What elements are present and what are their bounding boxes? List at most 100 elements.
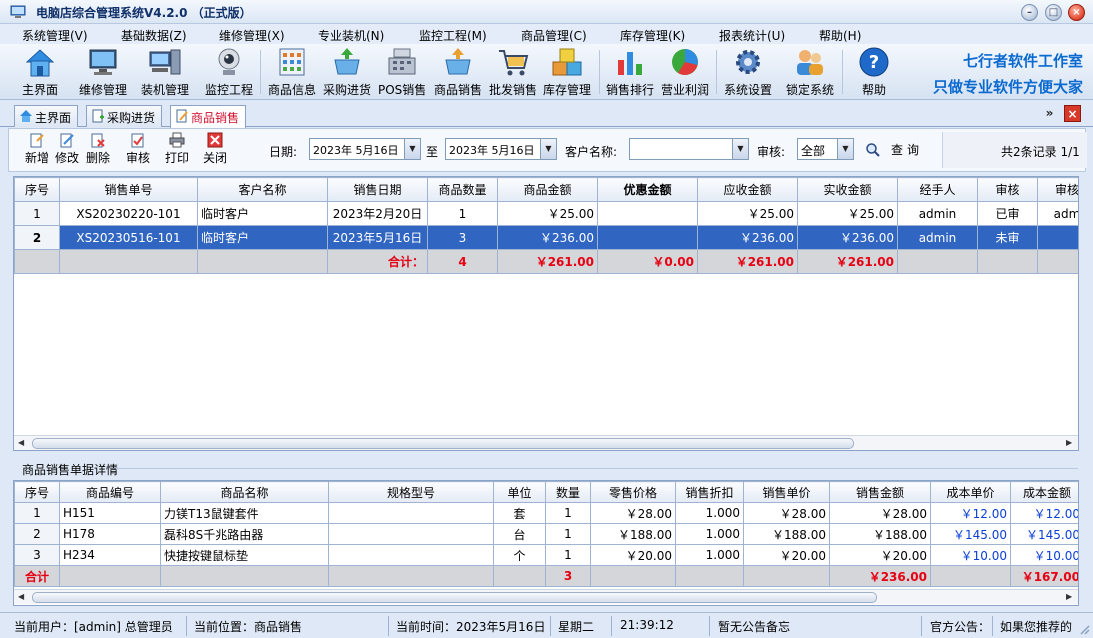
toolbar-purchase-button[interactable]: 采购进货 [321,46,373,98]
table-row[interactable]: 2 H178 磊科8S千兆路由器 台 1 ￥188.00 1.000 ￥188.… [14,523,1078,545]
column-header[interactable]: 成本单价 [930,481,1011,503]
tab-home[interactable]: 主界面 [14,105,79,127]
sales-grid-hscrollbar[interactable]: ◀ ▶ [14,435,1078,450]
delete-button[interactable]: 删除 [83,132,113,166]
discount-rate-cell[interactable]: 1.000 [675,523,744,545]
resize-grip-icon[interactable] [1078,623,1090,635]
received-cell[interactable]: ￥236.00 [797,225,898,250]
tab-close-icon[interactable]: × [1064,105,1081,122]
toolbar-sales-button[interactable]: 商品销售 [432,46,484,98]
scroll-right-icon[interactable]: ▶ [1066,592,1072,601]
toolbar-goods-info-button[interactable]: 商品信息 [266,46,318,98]
unit-cell[interactable]: 台 [493,523,546,545]
maximize-button[interactable]: □ [1045,4,1062,21]
audit-cell[interactable]: 未审 [977,225,1038,250]
tab-purchase[interactable]: 采购进货 [86,105,163,127]
retail-price-cell[interactable]: ￥188.00 [590,523,676,545]
auditor-cell[interactable] [1037,225,1078,250]
sale-date-cell[interactable]: 2023年2月20日 [327,201,428,226]
add-button[interactable]: 新增 [22,132,52,166]
sale-amount-cell[interactable]: ￥20.00 [829,544,931,566]
cost-price-cell[interactable]: ￥10.00 [930,544,1011,566]
menu-assembly[interactable]: 专业装机(N) [318,27,384,44]
sale-amount-cell[interactable]: ￥28.00 [829,502,931,524]
minimize-button[interactable]: – [1021,4,1038,21]
retail-price-cell[interactable]: ￥28.00 [590,502,676,524]
query-button[interactable]: 查询 [891,141,923,158]
column-header[interactable]: 销售金额 [829,481,931,503]
auditor-cell[interactable]: adm [1037,201,1078,226]
goods-name-cell[interactable]: 磊科8S千兆路由器 [160,523,329,545]
handler-cell[interactable]: admin [897,225,978,250]
column-header[interactable]: 审核 [1037,177,1078,202]
table-row[interactable]: 1 XS20230220-101 临时客户 2023年2月20日 1 ￥25.0… [14,201,1078,226]
toolbar-home-button[interactable]: 主界面 [18,46,62,98]
qty-cell[interactable]: 1 [545,523,591,545]
discount-rate-cell[interactable]: 1.000 [675,502,744,524]
spec-cell[interactable] [328,502,494,524]
toolbar-help-button[interactable]: ? 帮助 [852,46,896,98]
column-header[interactable]: 应收金额 [697,177,798,202]
toolbar-profit-button[interactable]: 营业利润 [659,46,711,98]
toolbar-ranking-button[interactable]: 销售排行 [604,46,656,98]
column-header[interactable]: 销售日期 [327,177,428,202]
retail-price-cell[interactable]: ￥20.00 [590,544,676,566]
scroll-right-icon[interactable]: ▶ [1066,438,1072,447]
cost-price-cell[interactable]: ￥145.00 [930,523,1011,545]
column-header[interactable]: 实收金额 [797,177,898,202]
column-header[interactable]: 销售单号 [59,177,198,202]
close-button[interactable]: 关闭 [200,132,230,166]
toolbar-repair-button[interactable]: 维修管理 [77,46,129,98]
menu-repair[interactable]: 维修管理(X) [219,27,285,44]
menu-monitor[interactable]: 监控工程(M) [419,27,487,44]
column-header[interactable]: 单位 [493,481,546,503]
toolbar-inventory-button[interactable]: 库存管理 [541,46,593,98]
column-header[interactable]: 商品编号 [59,481,161,503]
qty-cell[interactable]: 1 [545,544,591,566]
date-to-picker[interactable]: 2023年 5月16日 ▼ [445,138,557,160]
toolbar-wholesale-button[interactable]: 批发销售 [487,46,539,98]
toolbar-pos-button[interactable]: POS销售 [378,46,426,98]
column-header[interactable]: 成本金额 [1010,481,1078,503]
discount-rate-cell[interactable]: 1.000 [675,544,744,566]
goods-name-cell[interactable]: 力镁T13鼠键套件 [160,502,329,524]
discount-cell[interactable] [597,225,698,250]
announcement-text[interactable]: 如果您推荐的 [1000,618,1076,635]
table-row[interactable]: 3 H234 快捷按键鼠标垫 个 1 ￥20.00 1.000 ￥20.00 ￥… [14,544,1078,566]
column-header[interactable]: 经手人 [897,177,978,202]
column-header[interactable]: 客户名称 [197,177,328,202]
audit-filter-combo[interactable]: 全部 ▼ [797,138,854,160]
dropdown-arrow-icon[interactable]: ▼ [540,139,556,159]
tab-goods-sales[interactable]: 商品销售 [170,105,247,128]
amount-cell[interactable]: ￥236.00 [497,225,598,250]
search-icon[interactable] [865,142,881,158]
sale-no-cell[interactable]: XS20230516-101 [59,225,198,250]
menu-system[interactable]: 系统管理(V) [22,27,88,44]
handler-cell[interactable]: admin [897,201,978,226]
print-button[interactable]: 打印 [162,132,192,166]
column-header[interactable]: 零售价格 [590,481,676,503]
amount-cell[interactable]: ￥25.00 [497,201,598,226]
column-header[interactable]: 数量 [545,481,591,503]
dropdown-arrow-icon[interactable]: ▼ [732,139,748,159]
spec-cell[interactable] [328,523,494,545]
menu-inventory[interactable]: 库存管理(K) [620,27,685,44]
column-header[interactable]: 优惠金额 [597,177,698,202]
column-header[interactable]: 商品数量 [427,177,498,202]
goods-code-cell[interactable]: H151 [59,502,161,524]
toolbar-lock-button[interactable]: 锁定系统 [784,46,836,98]
unit-price-cell[interactable]: ￥188.00 [743,523,830,545]
toolbar-settings-button[interactable]: 系统设置 [722,46,774,98]
scroll-thumb[interactable] [32,592,877,603]
column-header[interactable]: 序号 [14,177,60,202]
menu-basic-data[interactable]: 基础数据(Z) [121,27,187,44]
column-header[interactable]: 序号 [14,481,60,503]
scroll-left-icon[interactable]: ◀ [18,438,24,447]
cost-amount-cell[interactable]: ￥12.00 [1010,502,1078,524]
customer-combo[interactable]: ▼ [629,138,749,160]
goods-code-cell[interactable]: H178 [59,523,161,545]
column-header[interactable]: 销售单价 [743,481,830,503]
goods-code-cell[interactable]: H234 [59,544,161,566]
unit-price-cell[interactable]: ￥20.00 [743,544,830,566]
dropdown-arrow-icon[interactable]: ▼ [404,139,420,159]
